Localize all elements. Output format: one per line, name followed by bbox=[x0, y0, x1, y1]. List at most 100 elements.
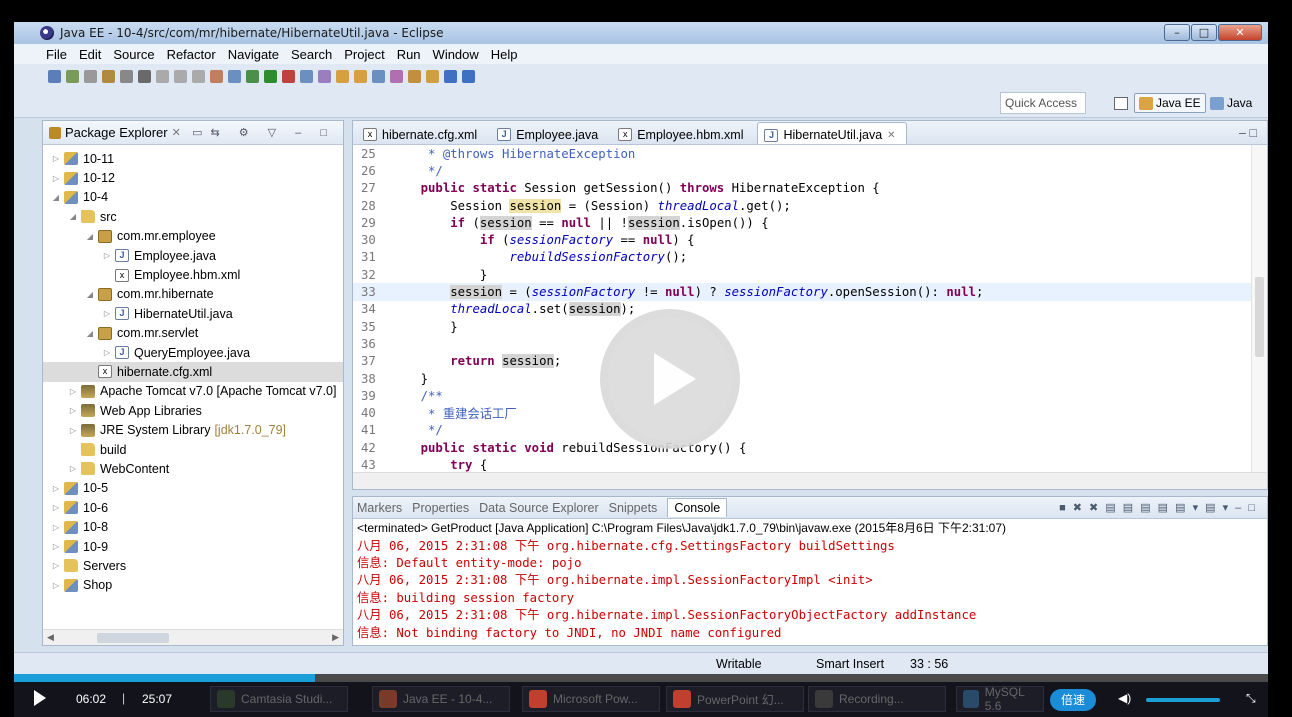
toolbar-button-icon[interactable] bbox=[138, 69, 151, 83]
tree-item[interactable]: ▷ WebContent bbox=[43, 459, 343, 478]
expand-toggle-icon[interactable]: ▷ bbox=[51, 154, 61, 163]
perspective-java[interactable]: Java bbox=[1206, 93, 1256, 113]
editor-tab-hibernate-cfg-xml[interactable]: x hibernate.cfg.xml bbox=[357, 122, 487, 144]
maximize-button[interactable]: □ bbox=[1191, 24, 1217, 41]
expand-toggle-icon[interactable]: ◢ bbox=[68, 212, 78, 221]
tree-item[interactable]: ◢ 10-4 bbox=[43, 188, 343, 207]
tree-item[interactable]: ▷ J QueryEmployee.java bbox=[43, 343, 343, 362]
console-tab-snippets[interactable]: Snippets bbox=[609, 501, 658, 515]
taskbar-item[interactable]: Camtasia Studi... bbox=[210, 686, 348, 712]
console-tab-properties[interactable]: Properties bbox=[412, 501, 469, 515]
toolbar-button-icon[interactable] bbox=[120, 69, 133, 83]
expand-toggle-icon[interactable]: ◢ bbox=[85, 232, 95, 241]
tree-item[interactable]: ▷ 10-12 bbox=[43, 168, 343, 187]
expand-toggle-icon[interactable]: ▷ bbox=[51, 581, 61, 590]
console-toolbar[interactable]: ■ ✖ ✖ ▤ ▤ ▤ ▤ ▤ ▾ ▤ ▾ – □ bbox=[1059, 501, 1257, 514]
close-button[interactable]: ✕ bbox=[1218, 24, 1262, 41]
expand-toggle-icon[interactable]: ▷ bbox=[68, 387, 78, 396]
toolbar-button-icon[interactable] bbox=[246, 69, 259, 83]
taskbar-item[interactable]: MySQL 5.6 bbox=[956, 685, 1044, 713]
tree-item[interactable]: ◢ com.mr.servlet bbox=[43, 324, 343, 343]
view-toolbar[interactable]: ▭⇆ ⚙ ▽ – □ bbox=[192, 126, 335, 139]
expand-toggle-icon[interactable]: ▷ bbox=[102, 309, 112, 318]
horizontal-scrollbar[interactable]: ◀ ▶ bbox=[43, 629, 343, 645]
tree-item[interactable]: ▷ Apache Tomcat v7.0 [Apache Tomcat v7.0] bbox=[43, 382, 343, 401]
play-overlay-button[interactable] bbox=[600, 309, 740, 449]
console-tab-data-source-explorer[interactable]: Data Source Explorer bbox=[479, 501, 599, 515]
taskbar-item[interactable]: Recording... bbox=[808, 686, 946, 712]
tree-item[interactable]: ▷ 10-5 bbox=[43, 479, 343, 498]
tree-item[interactable]: x hibernate.cfg.xml bbox=[43, 362, 343, 382]
speed-button[interactable]: 倍速 bbox=[1050, 689, 1096, 711]
menu-navigate[interactable]: Navigate bbox=[228, 47, 279, 62]
tree-item[interactable]: build bbox=[43, 440, 343, 459]
menu-file[interactable]: File bbox=[46, 47, 67, 62]
expand-toggle-icon[interactable]: ▷ bbox=[51, 503, 61, 512]
toolbar-button-icon[interactable] bbox=[66, 69, 79, 83]
tree-item[interactable]: ▷ Servers bbox=[43, 556, 343, 575]
toolbar-button-icon[interactable] bbox=[156, 69, 169, 83]
volume-icon[interactable]: ◀) bbox=[1118, 691, 1131, 705]
fullscreen-icon[interactable]: ⤡ bbox=[1246, 691, 1256, 706]
toolbar-button-icon[interactable] bbox=[300, 69, 313, 83]
toolbar-button-icon[interactable] bbox=[192, 69, 205, 83]
toolbar-button-icon[interactable] bbox=[372, 69, 385, 83]
tree-item[interactable]: ▷ 10-11 bbox=[43, 149, 343, 168]
editor-tab-employee-java[interactable]: J Employee.java bbox=[491, 122, 608, 144]
tree-item[interactable]: x Employee.hbm.xml bbox=[43, 265, 343, 284]
tree-item[interactable]: ▷ J HibernateUtil.java bbox=[43, 304, 343, 323]
menu-source[interactable]: Source bbox=[113, 47, 154, 62]
quick-access-input[interactable]: Quick Access bbox=[1000, 92, 1086, 114]
editor-tab-employee-hbm-xml[interactable]: x Employee.hbm.xml bbox=[612, 122, 753, 144]
expand-toggle-icon[interactable]: ▷ bbox=[51, 484, 61, 493]
menu-help[interactable]: Help bbox=[491, 47, 518, 62]
editor-tab-hibernateutil-java[interactable]: J HibernateUtil.java ✕ bbox=[757, 122, 907, 144]
expand-toggle-icon[interactable]: ▷ bbox=[102, 251, 112, 260]
perspective-java-ee[interactable]: Java EE bbox=[1134, 93, 1206, 113]
play-button[interactable] bbox=[34, 690, 46, 706]
taskbar-item[interactable]: Microsoft Pow... bbox=[522, 686, 660, 712]
expand-toggle-icon[interactable]: ◢ bbox=[51, 193, 61, 202]
code-area[interactable]: 25 * @throws HibernateException 26 */27 p… bbox=[353, 145, 1267, 473]
console-tab-console[interactable]: Console bbox=[667, 498, 728, 517]
tree-item[interactable]: ▷ 10-6 bbox=[43, 498, 343, 517]
tree-item[interactable]: ▷ 10-9 bbox=[43, 537, 343, 556]
tree-item[interactable]: ▷ Web App Libraries bbox=[43, 401, 343, 420]
tree-item[interactable]: ◢ com.mr.hibernate bbox=[43, 285, 343, 304]
tree-item[interactable]: ▷ Shop bbox=[43, 576, 343, 595]
toolbar-button-icon[interactable] bbox=[462, 69, 475, 83]
editor-vertical-scrollbar[interactable] bbox=[1251, 145, 1267, 473]
expand-toggle-icon[interactable]: ▷ bbox=[51, 542, 61, 551]
expand-toggle-icon[interactable]: ▷ bbox=[68, 464, 78, 473]
menu-search[interactable]: Search bbox=[291, 47, 332, 62]
menu-window[interactable]: Window bbox=[433, 47, 479, 62]
toolbar-button-icon[interactable] bbox=[210, 69, 223, 83]
volume-slider[interactable] bbox=[1146, 698, 1220, 702]
editor-horizontal-scrollbar[interactable] bbox=[353, 472, 1267, 489]
toolbar-button-icon[interactable] bbox=[48, 69, 61, 83]
menu-project[interactable]: Project bbox=[344, 47, 384, 62]
taskbar-item[interactable]: Java EE - 10-4... bbox=[372, 686, 510, 712]
menu-run[interactable]: Run bbox=[397, 47, 421, 62]
toolbar-button-icon[interactable] bbox=[426, 69, 439, 83]
expand-toggle-icon[interactable]: ▷ bbox=[51, 561, 61, 570]
video-progress-bar[interactable] bbox=[14, 674, 1268, 682]
toolbar-button-icon[interactable] bbox=[408, 69, 421, 83]
expand-toggle-icon[interactable]: ◢ bbox=[85, 329, 95, 338]
expand-toggle-icon[interactable]: ▷ bbox=[68, 426, 78, 435]
editor-min-max-icons[interactable]: – □ bbox=[1239, 126, 1257, 140]
tree-item[interactable]: ◢ com.mr.employee bbox=[43, 227, 343, 246]
package-explorer-tab[interactable]: Package Explorer ✕ ▭⇆ ⚙ ▽ – □ bbox=[43, 121, 343, 145]
expand-toggle-icon[interactable]: ▷ bbox=[68, 406, 78, 415]
toolbar-button-icon[interactable] bbox=[282, 69, 295, 83]
toolbar-button-icon[interactable] bbox=[264, 69, 277, 83]
taskbar-item[interactable]: PowerPoint 幻... bbox=[666, 686, 804, 712]
expand-toggle-icon[interactable]: ◢ bbox=[85, 290, 95, 299]
close-tab-icon[interactable]: ✕ bbox=[172, 126, 181, 139]
toolbar-button-icon[interactable] bbox=[318, 69, 331, 83]
toolbar-button-icon[interactable] bbox=[84, 69, 97, 83]
toolbar-button-icon[interactable] bbox=[228, 69, 241, 83]
toolbar-button-icon[interactable] bbox=[444, 69, 457, 83]
close-tab-icon[interactable]: ✕ bbox=[887, 130, 895, 141]
tree-item[interactable]: ◢ src bbox=[43, 207, 343, 226]
